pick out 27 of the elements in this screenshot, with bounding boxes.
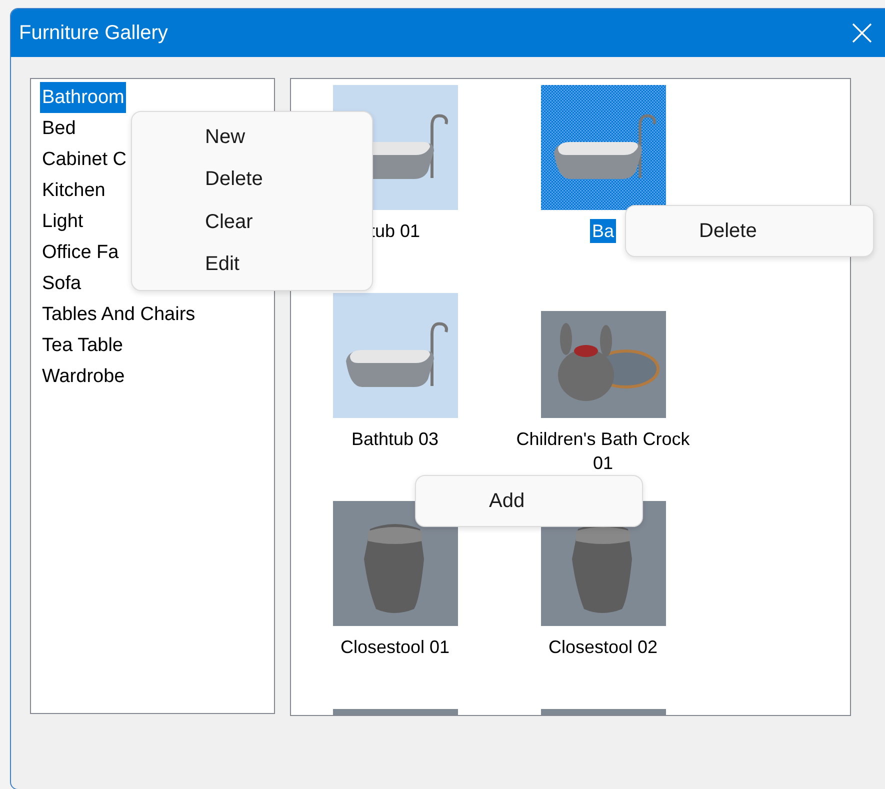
category-item[interactable]: Office Fa: [40, 237, 121, 268]
item-label[interactable]: Closestool 02: [546, 635, 660, 659]
menu-item[interactable]: New: [132, 116, 372, 158]
thumbnail[interactable]: [540, 311, 666, 418]
item-label[interactable]: Children's Bath Crock 01: [508, 427, 698, 475]
thumbnail[interactable]: [540, 85, 666, 210]
category-item[interactable]: Tables And Chairs: [40, 299, 198, 330]
menu-item[interactable]: Add: [416, 476, 642, 526]
category-item[interactable]: Kitchen: [40, 175, 108, 206]
menu-item[interactable]: Delete: [626, 206, 873, 256]
close-icon: [852, 23, 872, 43]
menu-item[interactable]: Clear: [132, 201, 372, 244]
window-title: Furniture Gallery: [19, 22, 168, 44]
category-item[interactable]: Sofa: [40, 268, 84, 299]
thumbnail[interactable]: [332, 501, 458, 626]
category-item[interactable]: Wardrobe: [40, 361, 127, 392]
item-label[interactable]: Ba: [590, 219, 616, 243]
item-label[interactable]: Bathtub 03: [349, 427, 441, 451]
menu-item[interactable]: Delete: [132, 158, 372, 201]
menu-item[interactable]: Edit: [132, 244, 372, 286]
thumbnail[interactable]: [332, 293, 458, 418]
category-item[interactable]: Bathroom: [40, 82, 126, 113]
category-item[interactable]: Bed: [40, 113, 78, 144]
category-item[interactable]: Cabinet C: [40, 144, 128, 175]
item-label[interactable]: Closestool 01: [338, 635, 452, 659]
category-item[interactable]: Tea Table: [40, 330, 125, 361]
category-item[interactable]: Light: [40, 206, 86, 237]
